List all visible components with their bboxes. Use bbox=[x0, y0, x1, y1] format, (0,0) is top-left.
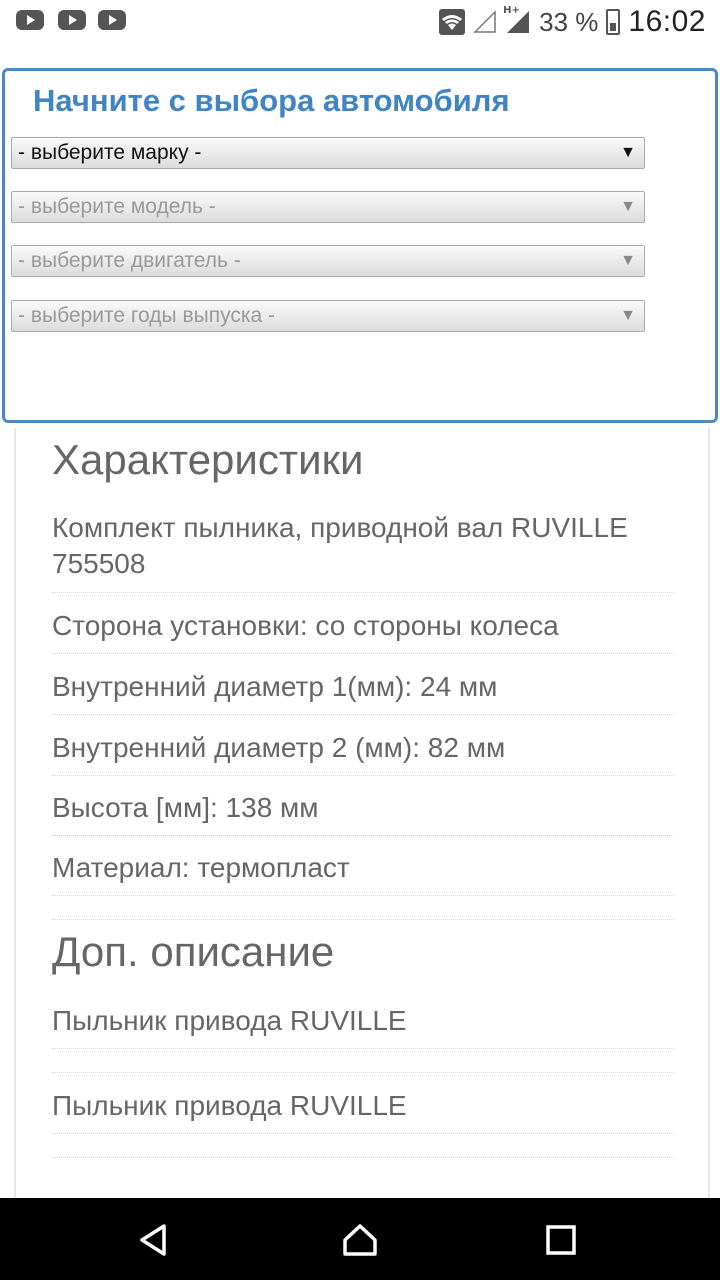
clock: 16:02 bbox=[628, 5, 706, 38]
description-heading: Доп. описание bbox=[52, 928, 335, 975]
youtube-icon bbox=[98, 10, 126, 30]
spec-item: Внутренний диаметр 1(мм): 24 мм bbox=[52, 671, 498, 702]
network-type-label: H+ bbox=[503, 5, 520, 16]
spec-item: Внутренний диаметр 2 (мм): 82 мм bbox=[52, 732, 506, 763]
wifi-icon bbox=[439, 9, 466, 35]
chevron-down-icon: ▼ bbox=[620, 252, 636, 269]
spec-item: Комплект пылника, приводной вал RUVILLE … bbox=[52, 512, 628, 579]
characteristics-heading: Характеристики bbox=[52, 436, 364, 483]
chevron-down-icon: ▼ bbox=[620, 198, 636, 215]
car-selector-panel: Начните с выбора автомобиля - выберите м… bbox=[2, 68, 718, 423]
divider bbox=[52, 1157, 674, 1158]
divider bbox=[52, 1048, 674, 1049]
model-select[interactable]: - выберите модель - ▼ bbox=[11, 191, 645, 223]
years-select-value: - выберите годы выпуска - bbox=[18, 304, 275, 327]
youtube-icon bbox=[58, 10, 86, 30]
description-item: Пыльник привода RUVILLE bbox=[52, 1005, 407, 1036]
divider bbox=[52, 714, 674, 715]
divider bbox=[52, 653, 674, 654]
spec-item: Сторона установки: со стороны колеса bbox=[52, 610, 559, 641]
navigation-bar bbox=[0, 1198, 720, 1280]
chevron-down-icon: ▼ bbox=[620, 144, 636, 161]
divider bbox=[52, 775, 674, 776]
chevron-down-icon: ▼ bbox=[620, 307, 636, 324]
youtube-icon bbox=[16, 10, 44, 30]
model-select-value: - выберите модель - bbox=[18, 195, 216, 218]
make-select-value: - выберите марку - bbox=[18, 141, 202, 164]
spec-item: Высота [мм]: 138 мм bbox=[52, 792, 319, 823]
divider bbox=[52, 1133, 674, 1134]
divider bbox=[52, 592, 674, 593]
divider bbox=[52, 895, 674, 896]
years-select[interactable]: - выберите годы выпуска - ▼ bbox=[11, 300, 645, 332]
selector-title: Начните с выбора автомобиля bbox=[33, 83, 510, 118]
divider bbox=[52, 835, 674, 836]
status-bar: H+ 33 % 16:02 bbox=[0, 0, 720, 44]
home-icon[interactable] bbox=[340, 1220, 380, 1260]
signal-icon: H+ bbox=[503, 5, 531, 35]
battery-percent: 33 % bbox=[539, 6, 599, 37]
spec-item: Материал: термопласт bbox=[52, 852, 350, 883]
engine-select[interactable]: - выберите двигатель - ▼ bbox=[11, 245, 645, 277]
product-details-card: Характеристики Комплект пылника, приводн… bbox=[14, 428, 710, 1200]
engine-select-value: - выберите двигатель - bbox=[18, 249, 241, 272]
signal-empty-icon bbox=[473, 10, 496, 33]
divider bbox=[52, 919, 674, 920]
battery-icon bbox=[606, 9, 621, 35]
recents-icon[interactable] bbox=[541, 1220, 581, 1260]
divider bbox=[52, 1072, 674, 1073]
status-indicators: H+ 33 % 16:02 bbox=[439, 4, 706, 40]
description-item: Пыльник привода RUVILLE bbox=[52, 1090, 407, 1121]
back-icon[interactable] bbox=[134, 1220, 174, 1260]
make-select[interactable]: - выберите марку - ▼ bbox=[11, 137, 645, 169]
